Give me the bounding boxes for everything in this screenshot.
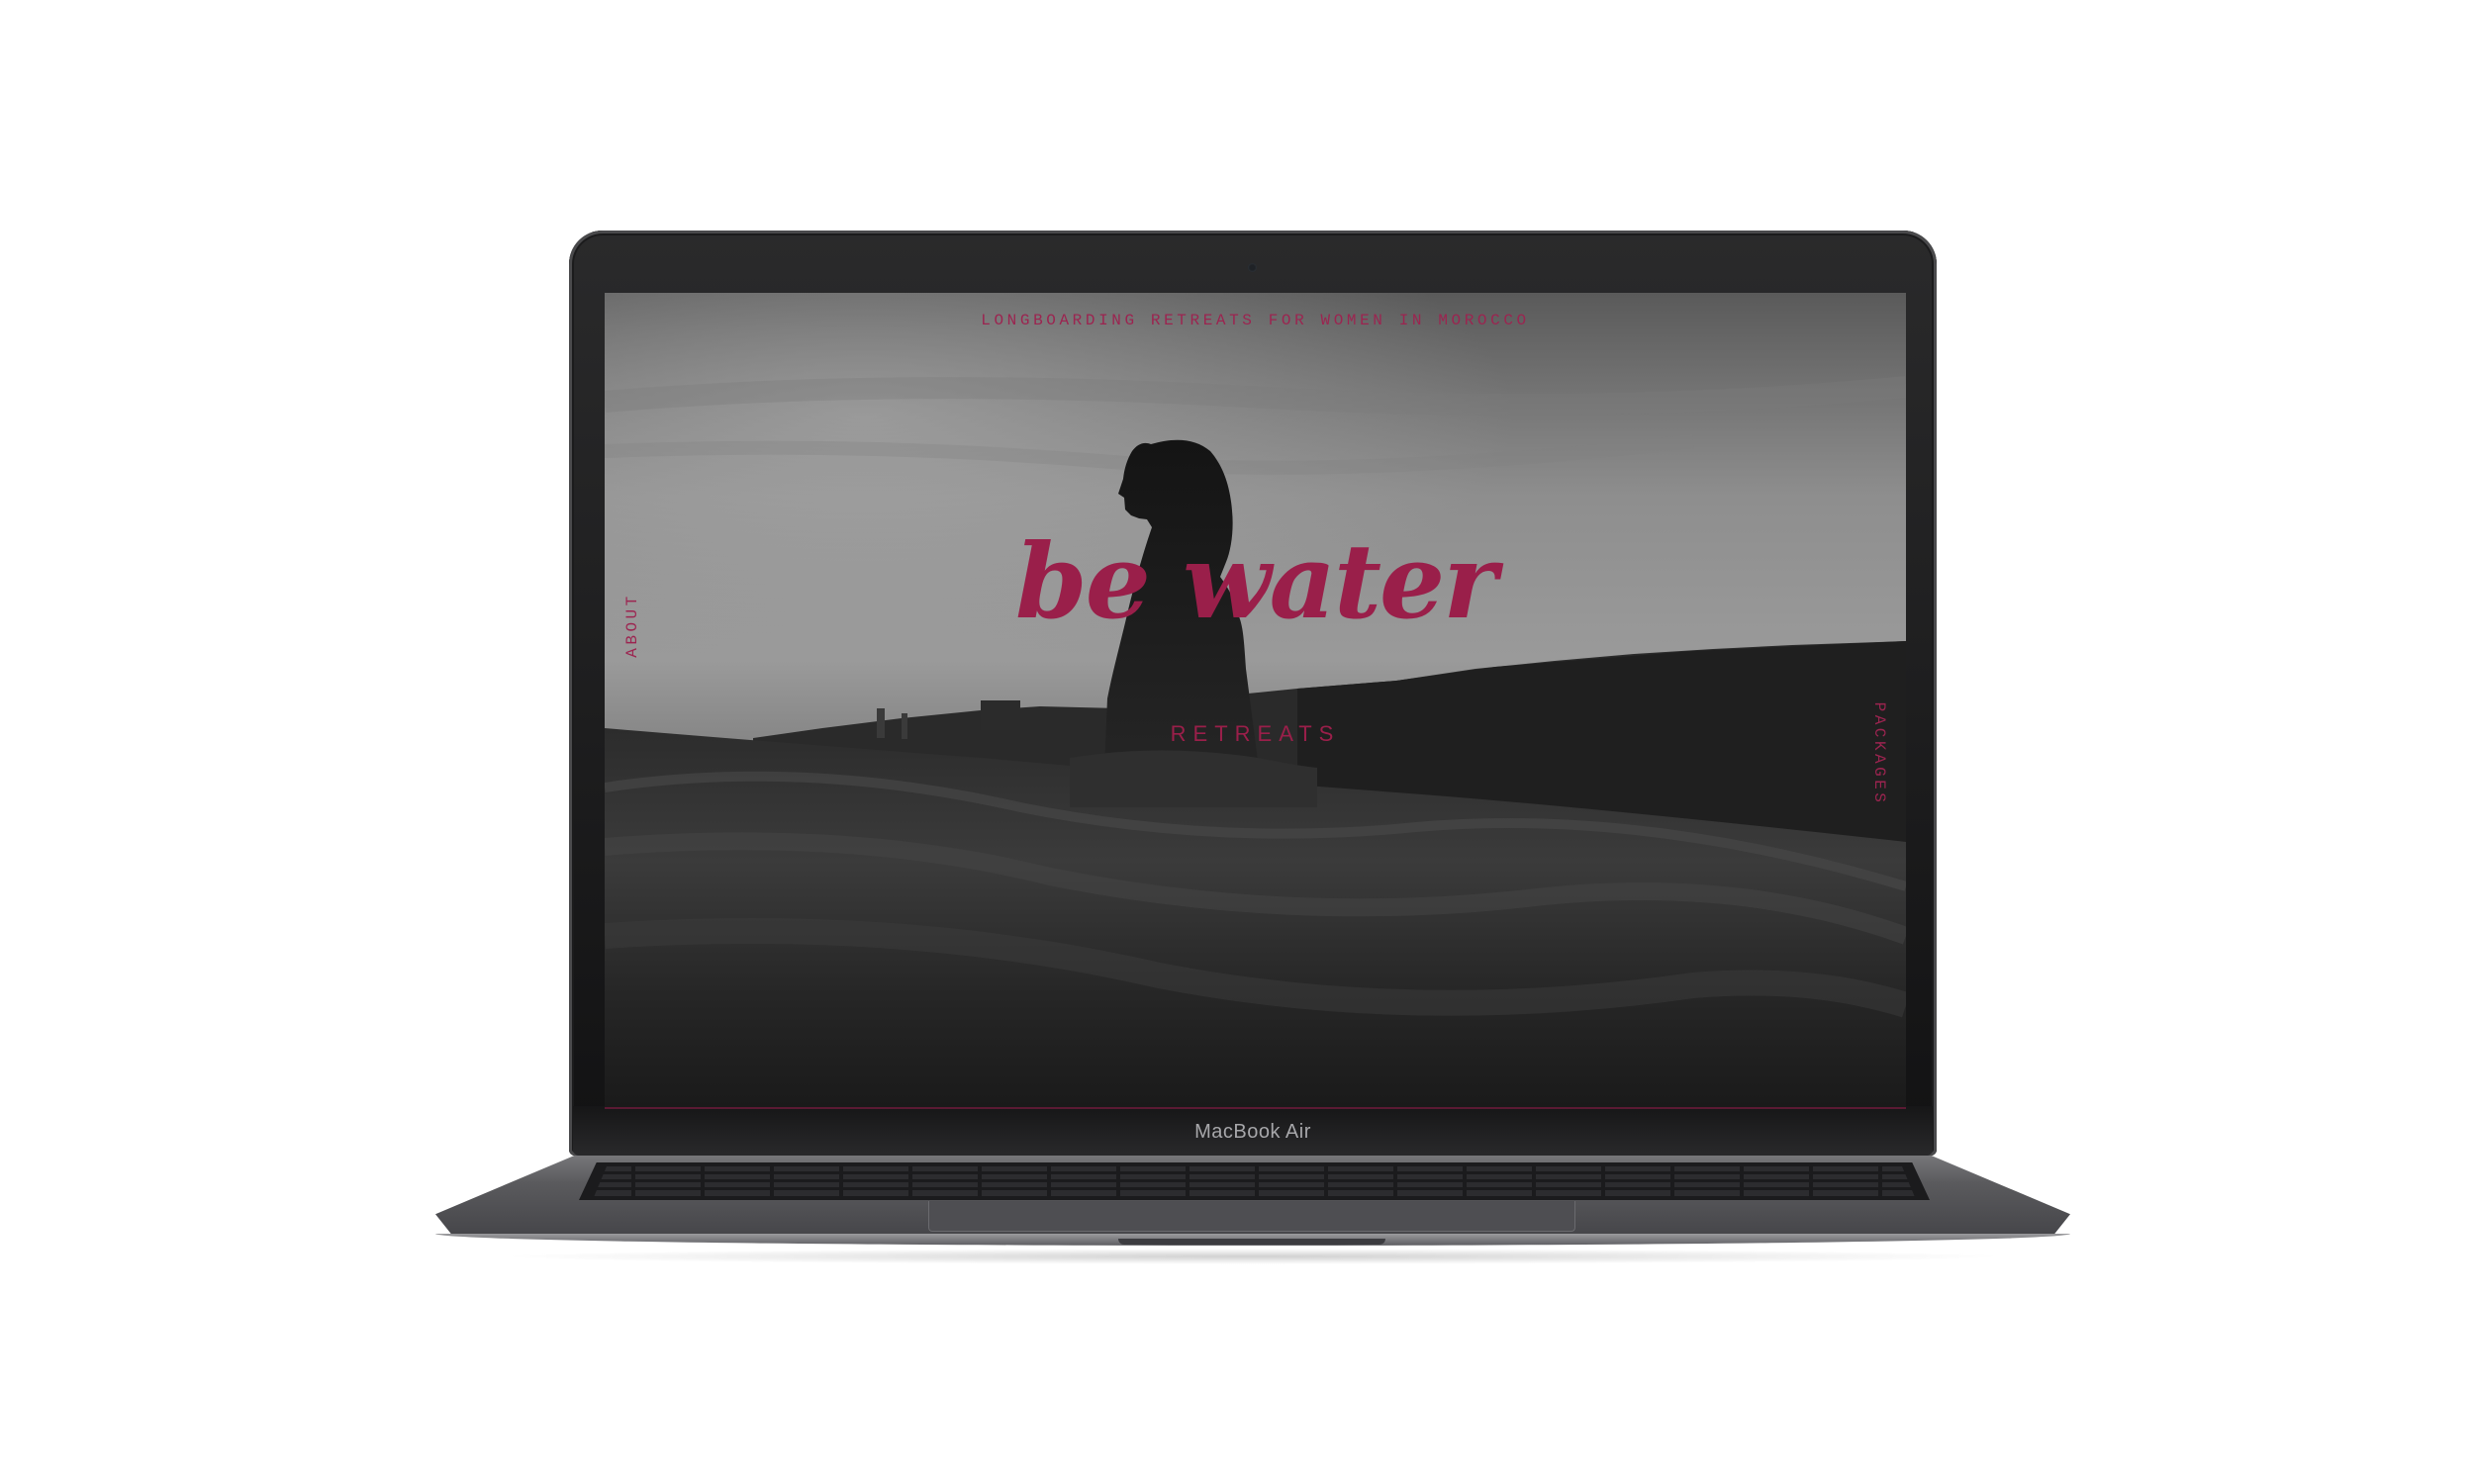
keyboard-keys: [594, 1165, 1915, 1197]
lid-notch: [1118, 1239, 1385, 1245]
laptop-shadow: [495, 1249, 2011, 1264]
site-tagline: LONGBOARDING RETREATS FOR WOMEN IN MOROC…: [981, 312, 1530, 329]
hero-image: [605, 293, 1906, 1109]
screen-edge: [605, 1107, 1906, 1109]
device-label: MacBook Air: [1194, 1121, 1311, 1143]
nav-about-link[interactable]: ABOUT: [623, 593, 641, 658]
site-logo-subtitle: RETREATS: [1170, 721, 1341, 746]
nav-packages-link[interactable]: PACKAGES: [1870, 702, 1888, 806]
laptop-chin: MacBook Air: [573, 1106, 1933, 1156]
camera-icon: [1248, 263, 1257, 272]
site-logo[interactable]: be water: [605, 530, 1906, 633]
trackpad: [928, 1201, 1575, 1232]
screen: LONGBOARDING RETREATS FOR WOMEN IN MOROC…: [605, 293, 1906, 1109]
